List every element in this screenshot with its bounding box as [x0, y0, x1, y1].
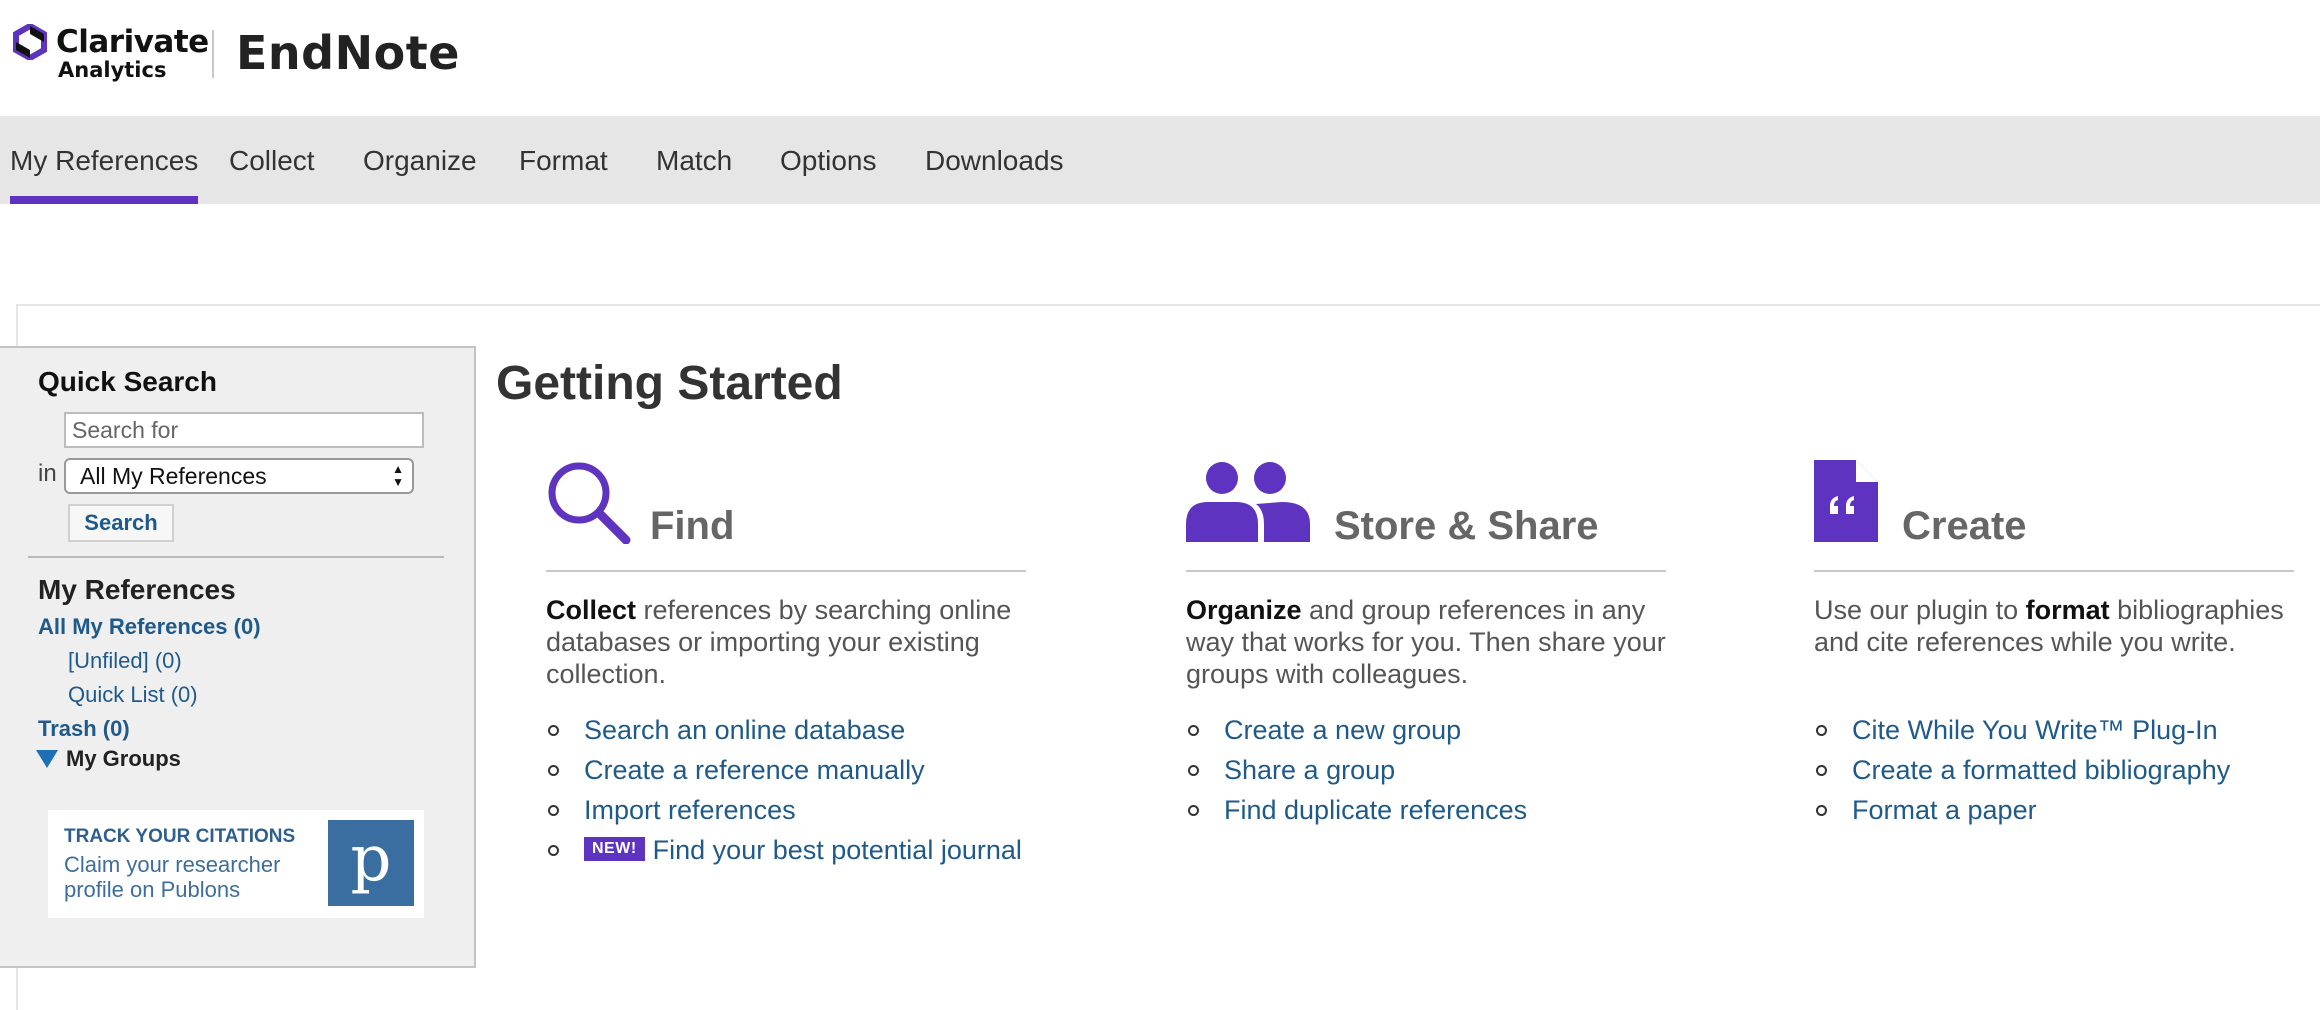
- link-find-duplicates[interactable]: Find duplicate references: [1186, 790, 1706, 830]
- find-links: Search an online database Create a refer…: [546, 710, 1066, 870]
- link-find-best-journal[interactable]: Find your best potential journal: [653, 835, 1022, 865]
- company-name: Clarivate: [56, 24, 209, 60]
- link-search-online-database[interactable]: Search an online database: [546, 710, 1066, 750]
- company-logo[interactable]: Clarivate Analytics: [56, 26, 209, 82]
- create-rule: [1814, 570, 2294, 572]
- product-name[interactable]: EndNote: [236, 26, 460, 80]
- link-create-formatted-bibliography[interactable]: Create a formatted bibliography: [1814, 750, 2320, 790]
- publons-logo: p: [328, 820, 414, 906]
- tab-my-references[interactable]: My References: [10, 116, 199, 204]
- page-title: Getting Started: [496, 357, 843, 410]
- publons-banner[interactable]: TRACK YOUR CITATIONS Claim your research…: [48, 810, 424, 918]
- find-description: Collect references by searching online d…: [546, 594, 1036, 690]
- publons-text: Claim your researcher profile on Publons: [64, 852, 281, 902]
- link-unfiled[interactable]: [Unfiled] (0): [68, 648, 182, 674]
- magnifier-icon: [548, 462, 631, 544]
- sidebar-divider: [28, 556, 444, 558]
- select-arrows-icon: ▲ ▼: [392, 462, 404, 489]
- header: Clarivate Analytics EndNote: [0, 0, 2320, 116]
- new-badge: NEW!: [584, 837, 645, 861]
- find-rule: [546, 570, 1026, 572]
- quick-search-title: Quick Search: [38, 366, 217, 397]
- create-description: Use our plugin to format bibliographies …: [1814, 594, 2304, 658]
- link-trash[interactable]: Trash (0): [38, 716, 130, 742]
- link-quick-list[interactable]: Quick List (0): [68, 682, 198, 708]
- sidebar: Quick Search in All My References ▲▼ Sea…: [0, 346, 476, 968]
- tab-format[interactable]: Format: [519, 116, 608, 204]
- link-create-new-group[interactable]: Create a new group: [1186, 710, 1706, 750]
- link-create-reference-manually[interactable]: Create a reference manually: [546, 750, 1066, 790]
- create-heading: Create: [1902, 504, 2027, 548]
- create-desc-pre: Use our plugin to: [1814, 595, 2026, 625]
- scope-label: in: [38, 460, 57, 487]
- store-share-heading: Store & Share: [1334, 504, 1599, 548]
- scope-select[interactable]: All My References ▲ ▼: [64, 458, 414, 494]
- main-nav: My References Collect Organize Format Ma…: [0, 116, 2320, 204]
- list-item-best-journal: NEW! Find your best potential journal: [546, 830, 1066, 870]
- scope-select-value: All My References: [80, 463, 267, 489]
- tab-collect[interactable]: Collect: [229, 116, 315, 204]
- publons-headline: TRACK YOUR CITATIONS: [64, 826, 296, 847]
- tab-organize[interactable]: Organize: [363, 116, 477, 204]
- tab-match[interactable]: Match: [656, 116, 732, 204]
- create-desc-bold: format: [2025, 595, 2110, 625]
- link-format-paper[interactable]: Format a paper: [1814, 790, 2320, 830]
- company-subname: Analytics: [58, 58, 167, 82]
- clarivate-logo-icon: [13, 24, 47, 60]
- people-icon: [1186, 462, 1310, 542]
- tab-options[interactable]: Options: [780, 116, 877, 204]
- store-share-rule: [1186, 570, 1666, 572]
- store-share-links: Create a new group Share a group Find du…: [1186, 710, 1706, 830]
- my-groups-label: My Groups: [66, 746, 181, 771]
- document-quote-icon: [1814, 460, 1878, 542]
- search-button[interactable]: Search: [68, 504, 174, 542]
- link-cite-while-you-write[interactable]: Cite While You Write™ Plug-In: [1814, 710, 2320, 750]
- link-import-references[interactable]: Import references: [546, 790, 1066, 830]
- search-input[interactable]: [64, 412, 424, 448]
- link-all-my-references[interactable]: All My References (0): [38, 614, 261, 640]
- my-references-title: My References: [38, 574, 236, 605]
- my-groups-toggle[interactable]: My Groups: [36, 746, 181, 772]
- find-desc-bold: Collect: [546, 595, 637, 625]
- content-frame-top: [16, 304, 2320, 306]
- triangle-down-icon: [36, 750, 58, 768]
- tab-downloads[interactable]: Downloads: [925, 116, 1064, 204]
- logo-divider: [212, 30, 214, 78]
- create-links: Cite While You Write™ Plug-In Create a f…: [1814, 710, 2320, 830]
- find-heading: Find: [650, 504, 735, 548]
- store-share-description: Organize and group references in any way…: [1186, 594, 1676, 690]
- link-share-group[interactable]: Share a group: [1186, 750, 1706, 790]
- store-share-desc-bold: Organize: [1186, 595, 1302, 625]
